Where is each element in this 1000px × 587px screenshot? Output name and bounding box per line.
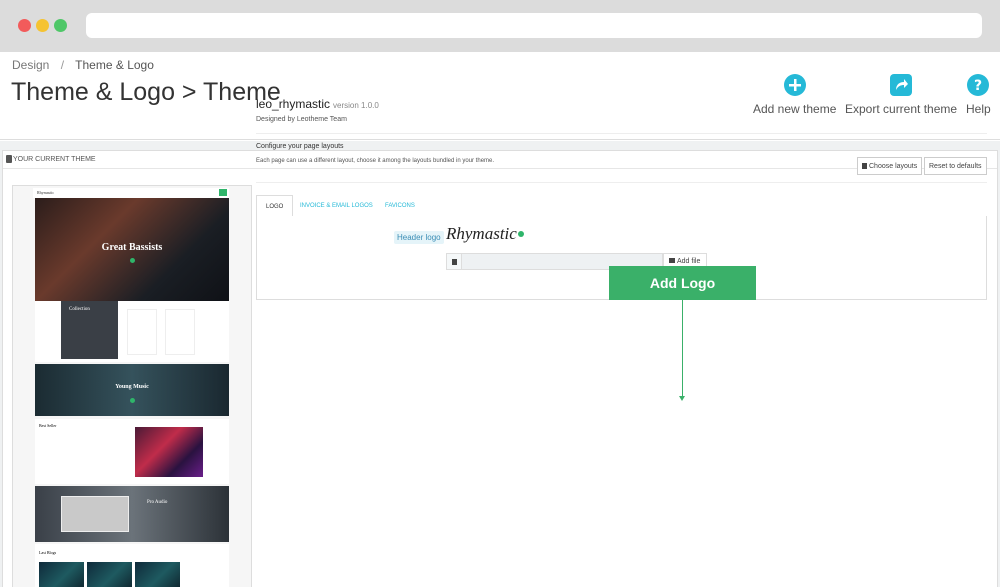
- page-title: Theme & Logo > Theme: [11, 78, 281, 106]
- logo-text: Rhymastic: [446, 224, 517, 243]
- plus-circle-icon: [783, 74, 806, 96]
- help-icon: ?: [967, 74, 990, 96]
- address-bar[interactable]: [86, 13, 982, 38]
- help-label: Help: [966, 102, 991, 116]
- file-icon: [452, 259, 457, 265]
- preview-young-music: Young Music: [35, 364, 229, 416]
- file-addon: [446, 253, 462, 270]
- header-logo-label: Header logo: [394, 231, 444, 244]
- preview-dot: [130, 258, 135, 263]
- preview-blog-image: [39, 562, 84, 587]
- preview-best-title: Best Seller: [39, 423, 57, 428]
- tab-invoice-email-logos[interactable]: INVOICE & EMAIL LOGOS: [291, 195, 382, 218]
- tab-logo[interactable]: LOGO: [256, 195, 294, 218]
- preview-nav: Rhymastic: [33, 188, 229, 198]
- tab-favicons[interactable]: FAVICONS: [376, 195, 424, 218]
- add-new-theme-button[interactable]: Add new theme: [753, 74, 836, 116]
- preview-audio: Pro Audio: [35, 486, 229, 542]
- add-file-label: Add file: [677, 258, 701, 265]
- divider: [256, 182, 987, 183]
- reset-defaults-label: Reset to defaults: [929, 163, 982, 170]
- page-header: Design / Theme & Logo Theme & Logo > The…: [0, 52, 1000, 140]
- add-logo-callout: Add Logo: [609, 266, 756, 300]
- layouts-description: Each page can use a different layout, ch…: [256, 158, 495, 164]
- shield-icon: [6, 155, 12, 163]
- callout-arrow-icon: [679, 396, 685, 401]
- svg-text:?: ?: [974, 78, 982, 94]
- preview-young-title: Young Music: [115, 384, 149, 390]
- preview-blog-image: [135, 562, 180, 587]
- help-button[interactable]: ? Help: [966, 74, 991, 116]
- logo-dot: [517, 231, 524, 237]
- preview-product: [165, 309, 195, 355]
- divider: [256, 133, 987, 134]
- preview-logo: Rhymastic: [37, 190, 55, 195]
- preview-audio-text: Pro Audio: [147, 500, 168, 505]
- preview-dot: [130, 398, 135, 403]
- preview-collection-title: Collection: [69, 307, 90, 312]
- export-theme-label: Export current theme: [845, 102, 958, 116]
- window-minimize-dot[interactable]: [36, 19, 49, 32]
- browser-chrome: [0, 0, 1000, 52]
- preview-concert-image: [135, 427, 203, 477]
- breadcrumb: Design / Theme & Logo: [12, 58, 154, 72]
- panel-heading-text: YOUR CURRENT THEME: [13, 156, 96, 163]
- preview-collection-box: Collection: [61, 301, 118, 359]
- preview-audio-image: [61, 496, 129, 532]
- export-theme-button[interactable]: Export current theme: [845, 74, 957, 116]
- page: Design / Theme & Logo Theme & Logo > The…: [0, 52, 1000, 587]
- file-icon: [862, 163, 867, 169]
- preview-hero: Great Bassists: [35, 198, 229, 301]
- preview-blogs: Last Blogs: [35, 544, 229, 587]
- breadcrumb-separator: /: [60, 58, 65, 72]
- current-logo-image: Rhymastic: [446, 224, 524, 244]
- choose-layouts-label: Choose layouts: [869, 163, 918, 170]
- reset-defaults-button[interactable]: Reset to defaults: [924, 157, 987, 175]
- panel-heading: YOUR CURRENT THEME: [3, 151, 997, 169]
- window-close-dot[interactable]: [18, 19, 31, 32]
- logo-tabs: LOGO INVOICE & EMAIL LOGOS FAVICONS: [256, 195, 987, 218]
- layouts-title: Configure your page layouts: [256, 143, 344, 150]
- theme-name-text: leo_rhymastic: [256, 97, 331, 111]
- preview-collection: Collection: [35, 301, 229, 362]
- window-maximize-dot[interactable]: [54, 19, 67, 32]
- theme-author: Designed by Leotheme Team: [256, 116, 347, 123]
- callout-pointer-line: [682, 300, 683, 398]
- preview-blog-image: [87, 562, 132, 587]
- preview-blogs-title: Last Blogs: [39, 550, 57, 555]
- theme-name: leo_rhymastic version 1.0.0: [256, 97, 379, 111]
- add-new-theme-label: Add new theme: [753, 102, 837, 116]
- folder-open-icon: [669, 258, 675, 263]
- preview-hero-title: Great Bassists: [101, 242, 163, 253]
- share-icon: [890, 74, 913, 96]
- breadcrumb-parent[interactable]: Design: [12, 58, 49, 72]
- breadcrumb-current: Theme & Logo: [75, 58, 154, 72]
- theme-version: version 1.0.0: [333, 101, 379, 110]
- preview-product: [127, 309, 157, 355]
- theme-preview-image: Rhymastic Great Bassists Collection Youn…: [12, 185, 252, 587]
- preview-best-seller: Best Seller: [35, 419, 229, 484]
- preview-cart: [219, 189, 227, 196]
- choose-layouts-button[interactable]: Choose layouts: [857, 157, 923, 175]
